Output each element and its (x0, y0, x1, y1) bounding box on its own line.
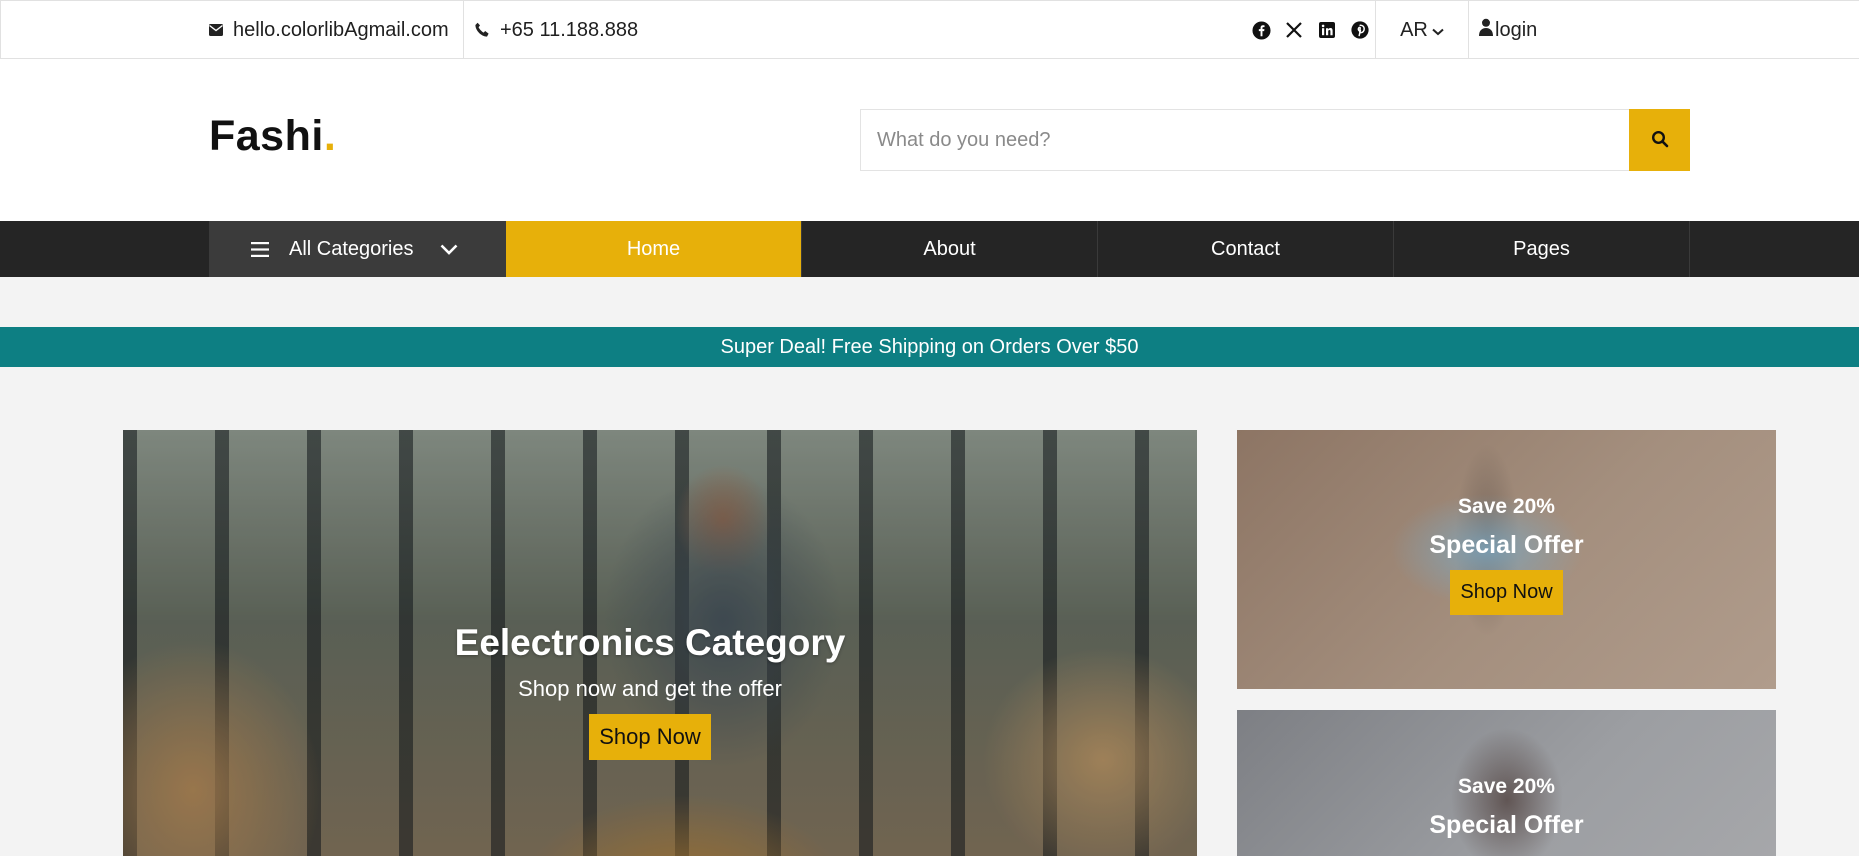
envelope-icon (209, 24, 223, 36)
hero-shop-now-button[interactable]: Shop Now (589, 714, 711, 760)
all-categories-dropdown[interactable]: All Categories (209, 221, 506, 277)
side-promo-1-title: Special Offer (1429, 531, 1584, 559)
logo-dot: . (323, 112, 337, 160)
nav-about[interactable]: About (802, 221, 1098, 277)
search-button[interactable] (1629, 109, 1690, 171)
contact-phone[interactable]: +65 11.188.888 (463, 1, 638, 59)
logo-text: Fashi (209, 112, 324, 160)
promo-banner: Super Deal! Free Shipping on Orders Over… (0, 327, 1859, 367)
nav-home[interactable]: Home (506, 221, 802, 277)
side-promo-1: Save 20% Special Offer Shop Now (1237, 430, 1776, 689)
hero-content: Eelectronics Category Shop now and get t… (123, 622, 1197, 760)
social-links (1251, 1, 1370, 59)
contact-email[interactable]: hello.colorlibAgmail.com (209, 1, 449, 59)
site-logo[interactable]: Fashi. (209, 112, 336, 161)
hero-subtitle: Shop now and get the offer (518, 676, 782, 701)
side-promo-1-shop-now-button[interactable]: Shop Now (1450, 570, 1563, 615)
side-promo-2-title: Special Offer (1429, 811, 1584, 839)
phone-icon (474, 22, 490, 38)
user-icon (1479, 18, 1493, 42)
pinterest-icon[interactable] (1350, 20, 1370, 40)
search-bar (860, 109, 1690, 171)
all-categories-label: All Categories (289, 237, 414, 260)
nav-pages[interactable]: Pages (1394, 221, 1690, 277)
hero-title: Eelectronics Category (454, 622, 846, 663)
main-nav: All Categories Home About Contact Pages (0, 221, 1859, 277)
site-header: Fashi. (0, 59, 1859, 221)
email-text: hello.colorlibAgmail.com (233, 18, 449, 41)
menu-icon (251, 241, 269, 257)
chevron-down-icon (440, 244, 458, 255)
search-icon (1651, 130, 1669, 151)
side-promo-2-save: Save 20% (1458, 775, 1555, 798)
x-icon[interactable] (1284, 20, 1304, 40)
phone-text: +65 11.188.888 (500, 18, 639, 41)
side-promo-1-content: Save 20% Special Offer Shop Now (1237, 495, 1776, 615)
facebook-icon[interactable] (1251, 20, 1271, 40)
top-bar: hello.colorlibAgmail.com +65 11.188.888 … (0, 0, 1859, 59)
linkedin-icon[interactable] (1317, 20, 1337, 40)
side-promo-2-content: Save 20% Special Offer (1237, 775, 1776, 840)
side-promo-2: Save 20% Special Offer (1237, 710, 1776, 856)
chevron-down-icon (1432, 19, 1444, 42)
language-label: AR (1400, 18, 1428, 41)
nav-contact[interactable]: Contact (1098, 221, 1394, 277)
side-promo-1-save: Save 20% (1458, 495, 1555, 518)
login-label: login (1495, 18, 1538, 41)
language-selector[interactable]: AR (1375, 1, 1469, 59)
login-link[interactable]: login (1479, 1, 1537, 59)
search-input[interactable] (861, 110, 1629, 170)
hero-banner: Eelectronics Category Shop now and get t… (123, 430, 1197, 856)
